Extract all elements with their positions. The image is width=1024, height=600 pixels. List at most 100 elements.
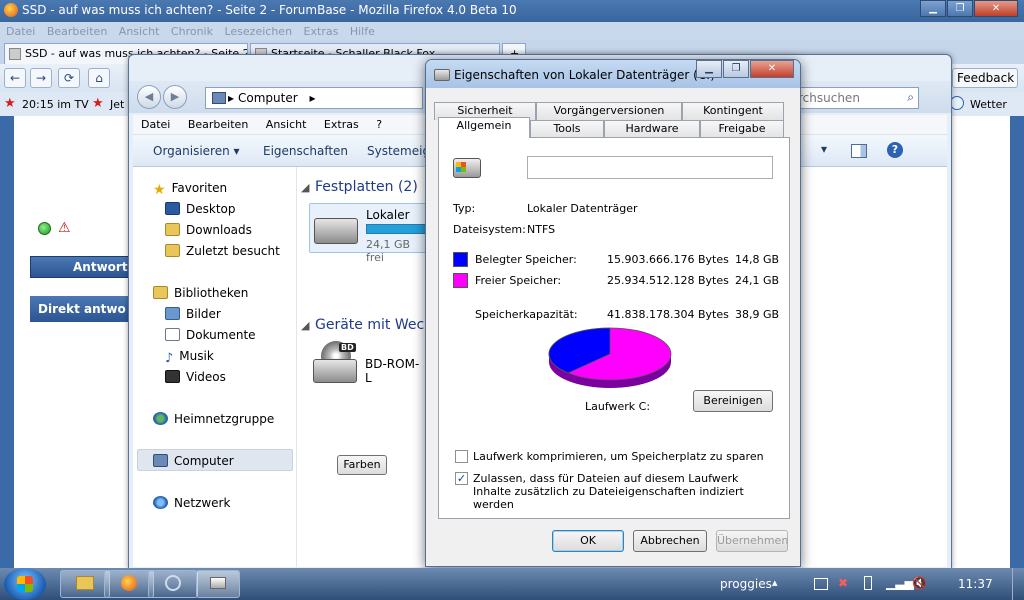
ok-button[interactable]: OK — [552, 530, 624, 552]
home-button[interactable]: ⌂ — [88, 68, 110, 88]
disk-c-item[interactable]: Lokaler Dat 24,1 GB frei — [309, 203, 429, 264]
ex-menu-bearbeiten[interactable]: Bearbeiten — [188, 118, 248, 131]
breadcrumb-chevron-icon: ▸ — [309, 91, 316, 105]
nav-label: Favoriten — [171, 181, 228, 195]
menu-chronik[interactable]: Chronik — [171, 25, 213, 38]
warning-icon[interactable]: ⚠ — [58, 220, 71, 236]
tab-tools[interactable]: Tools — [530, 120, 604, 138]
menu-extras[interactable]: Extras — [304, 25, 339, 38]
tab-hardware[interactable]: Hardware — [604, 120, 700, 138]
minimize-button[interactable]: ▁ — [920, 0, 946, 17]
reload-button[interactable]: ⟳ — [58, 68, 80, 88]
volume-muted-icon[interactable]: 🔇 — [912, 576, 927, 590]
bookmark-tv[interactable]: 20:15 im TV — [22, 98, 89, 111]
ex-menu-help[interactable]: ? — [376, 118, 382, 131]
taskbar: proggies ▴ ✖ ▁▃▅ 🔇 11:37 — [0, 568, 1024, 600]
bookmark-wetter[interactable]: Wetter — [970, 98, 1007, 111]
signal-tray-icon[interactable]: ▁▃▅ — [886, 576, 914, 590]
clock[interactable]: 11:37 — [958, 577, 993, 591]
free-space-bytes: 25.934.512.128 Bytes — [607, 274, 729, 287]
view-options-icon[interactable]: ▾ — [821, 142, 827, 156]
nav-homegroup[interactable]: Heimnetzgruppe — [153, 412, 274, 426]
nav-desktop[interactable]: Desktop — [165, 202, 236, 216]
forward-arrow-icon[interactable]: ▶ — [163, 85, 187, 109]
antwort-label: Antwort — [73, 260, 128, 274]
apply-button[interactable]: Übernehmen — [716, 530, 788, 552]
nav-libraries[interactable]: Bibliotheken — [153, 286, 248, 300]
menu-ansicht[interactable]: Ansicht — [119, 25, 160, 38]
nav-network[interactable]: Netzwerk — [153, 496, 230, 510]
dialog-close-button[interactable]: ✕ — [750, 60, 794, 78]
compress-label[interactable]: Laufwerk komprimieren, um Speicherplatz … — [473, 450, 764, 463]
optical-drive-icon — [313, 359, 357, 383]
battery-tray-icon[interactable] — [864, 576, 872, 590]
help-icon[interactable]: ? — [887, 142, 903, 158]
taskbar-explorer[interactable] — [60, 570, 110, 598]
ex-menu-extras[interactable]: Extras — [324, 118, 359, 131]
nav-label: Bilder — [186, 307, 221, 321]
menu-bearbeiten[interactable]: Bearbeiten — [47, 25, 107, 38]
feedback-button[interactable]: Feedback — [952, 68, 1018, 88]
nav-computer[interactable]: Computer — [153, 454, 234, 468]
nav-videos[interactable]: Videos — [165, 370, 226, 384]
ex-menu-datei[interactable]: Datei — [141, 118, 170, 131]
breadcrumb-chevron-icon: ▸ — [228, 91, 235, 105]
taskbar-app3[interactable] — [148, 570, 198, 598]
organize-button[interactable]: Organisieren ▾ — [153, 144, 240, 158]
collapse-triangle-icon[interactable]: ◢ — [301, 181, 309, 194]
drive-name-input[interactable] — [527, 156, 773, 179]
free-space-gb: 24,1 GB — [735, 274, 780, 287]
nav-recent[interactable]: Zuletzt besucht — [165, 244, 280, 258]
farben-button[interactable]: Farben — [337, 455, 387, 475]
taskbar-firefox[interactable] — [104, 570, 154, 598]
compress-checkbox[interactable] — [455, 450, 468, 463]
taskbar-properties[interactable] — [196, 570, 240, 598]
firefox-title-bar: SSD - auf was muss ich achten? - Seite 2… — [0, 0, 1024, 22]
close-button[interactable]: ✕ — [974, 0, 1018, 17]
security-tray-icon[interactable]: ✖ — [838, 576, 848, 590]
index-label[interactable]: Zulassen, dass für Dateien auf diesem La… — [473, 472, 773, 511]
menu-lesezeichen[interactable]: Lesezeichen — [224, 25, 292, 38]
nav-music[interactable]: ♪ Musik — [165, 349, 214, 366]
index-checkbox[interactable]: ✓ — [455, 472, 468, 485]
music-icon: ♪ — [165, 351, 174, 366]
dialog-minimize-button[interactable]: ▁ — [696, 60, 722, 78]
properties-button[interactable]: Eigenschaften — [263, 144, 348, 158]
antwort-button[interactable]: Antwort — [30, 256, 130, 278]
tab-kontingent[interactable]: Kontingent — [682, 102, 784, 120]
separator — [453, 190, 773, 191]
search-input[interactable]: rchsuchen ⌕ — [791, 87, 919, 109]
dialog-maximize-button[interactable]: ❐ — [723, 60, 749, 78]
network-tray-icon[interactable] — [814, 578, 828, 590]
menu-hilfe[interactable]: Hilfe — [350, 25, 375, 38]
drive-label: Laufwerk C: — [585, 400, 651, 413]
tab-allgemein[interactable]: Allgemein — [438, 117, 530, 138]
tab-freigabe[interactable]: Freigabe — [700, 120, 784, 138]
cancel-button[interactable]: Abbrechen — [633, 530, 707, 552]
cleanup-button[interactable]: Bereinigen — [693, 390, 773, 412]
show-desktop-button[interactable] — [1012, 568, 1024, 600]
bd-drive-item[interactable]: BD BD-ROM-L — [313, 341, 423, 385]
collapse-triangle-icon[interactable]: ◢ — [301, 319, 309, 332]
capacity-label: Speicherkapazität: — [475, 308, 578, 321]
back-button[interactable]: ← — [4, 68, 26, 88]
nav-favorites[interactable]: ★ Favoriten — [153, 181, 228, 198]
maximize-button[interactable]: ❐ — [947, 0, 973, 17]
back-arrow-icon[interactable]: ◀ — [137, 85, 161, 109]
forward-button[interactable]: → — [30, 68, 52, 88]
windows-logo-icon — [17, 576, 33, 592]
nav-documents[interactable]: Dokumente — [165, 328, 256, 342]
start-button[interactable] — [4, 568, 46, 600]
dialog-title: Eigenschaften von Lokaler Datenträger (C… — [454, 68, 715, 82]
dialog-window-controls: ▁ ❐ ✕ — [695, 60, 794, 78]
tray-chevron-icon[interactable]: ▴ — [772, 576, 778, 589]
bookmark-jet[interactable]: Jet — [110, 98, 124, 111]
address-input[interactable]: ▸ Computer ▸ — [205, 87, 423, 109]
ex-menu-ansicht[interactable]: Ansicht — [266, 118, 307, 131]
menu-datei[interactable]: Datei — [6, 25, 35, 38]
nav-downloads[interactable]: Downloads — [165, 223, 252, 237]
tab-vorgaengerversionen[interactable]: Vorgängerversionen — [536, 102, 682, 120]
network-icon — [153, 496, 168, 509]
preview-pane-icon[interactable] — [851, 144, 867, 158]
nav-pictures[interactable]: Bilder — [165, 307, 221, 321]
